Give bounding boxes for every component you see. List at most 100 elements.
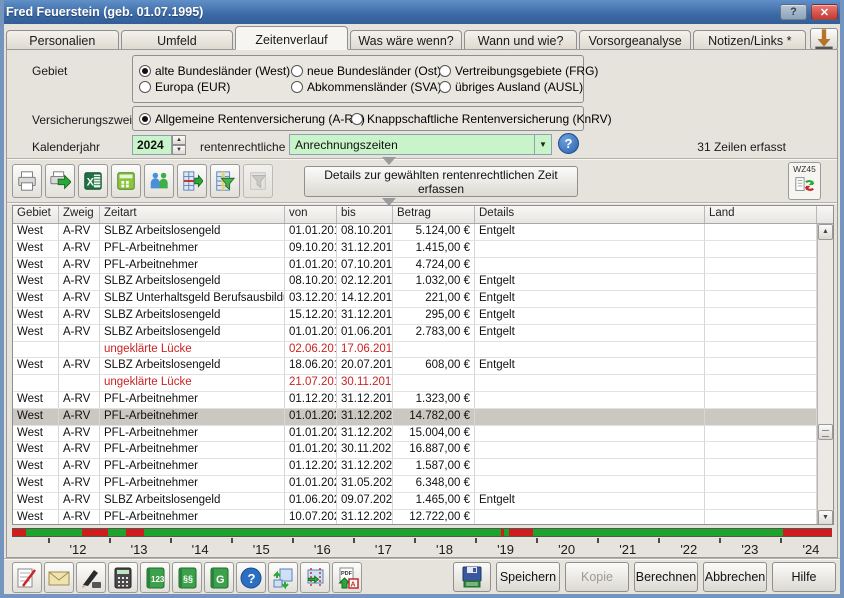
column-header-bis[interactable]: bis [337, 206, 393, 223]
form-edit-button[interactable] [12, 562, 42, 593]
rentenrechtliche-zeit-dropdown[interactable]: Anrechnungszeiten ▼ [289, 134, 552, 155]
berechnen-button[interactable]: Berechnen [634, 562, 698, 592]
persons-button[interactable] [144, 164, 174, 198]
svg-text:X: X [87, 177, 95, 189]
filter-clear-button[interactable] [243, 164, 273, 198]
signature-icon [79, 566, 103, 590]
spinner-down-button[interactable]: ▼ [172, 145, 186, 155]
timeline-year-label: '22 [664, 542, 714, 557]
signature-button[interactable] [76, 562, 106, 593]
gebiet-option-neue-bundesl-nder-ost[interactable]: neue Bundesländer (Ost) [291, 64, 439, 78]
table-row[interactable]: WestA-RVSLBZ Unterhaltsgeld Berufsausbil… [13, 291, 833, 308]
print-export-button[interactable] [45, 164, 75, 198]
tab-vorsorgeanalyse[interactable]: Vorsorgeanalyse [579, 30, 692, 50]
tab-notizen-links[interactable]: Notizen/Links * [693, 30, 806, 50]
dock-window-button[interactable] [810, 28, 838, 50]
svg-text:123: 123 [151, 575, 165, 584]
zweig-option-knappschaftliche-rentenversicherung-knrv[interactable]: Knappschaftliche Rentenversicherung (KnR… [351, 112, 612, 126]
titlebar[interactable]: Fred Feuerstein (geb. 01.07.1995) ? ✕ [0, 0, 844, 24]
tab-was-w-re-wenn[interactable]: Was wäre wenn? [350, 30, 463, 50]
column-header-zeitart[interactable]: Zeitart [100, 206, 285, 223]
persons-icon [148, 170, 170, 192]
table-calc-icon [115, 170, 137, 192]
table-row[interactable]: WestA-RVPFL-Arbeitnehmer01.01.202131.12.… [13, 426, 833, 443]
save-floppy-button[interactable] [453, 562, 491, 592]
zeit-help-button[interactable]: ? [558, 133, 579, 154]
table-shift-button[interactable] [177, 164, 207, 198]
book-law-icon: §§ [175, 566, 199, 590]
radio-icon [139, 65, 151, 77]
details-erfassen-button[interactable]: Details zur gewählten rentenrechtlichen … [304, 166, 578, 197]
table-row[interactable]: WestA-RVPFL-Arbeitnehmer01.01.202331.05.… [13, 476, 833, 493]
tab-personalien[interactable]: Personalien [6, 30, 119, 50]
table-filter-button[interactable] [210, 164, 240, 198]
column-header-zweig[interactable]: Zweig [59, 206, 100, 223]
calculator-button[interactable] [108, 562, 138, 593]
toolbar: X [12, 164, 273, 198]
timeline-tick [414, 538, 416, 543]
envelope-button[interactable] [44, 562, 74, 593]
kalenderjahr-input[interactable]: 2024 [132, 135, 172, 155]
table-row[interactable]: WestA-RVSLBZ Arbeitslosengeld01.06.20230… [13, 493, 833, 510]
column-header-details[interactable]: Details [475, 206, 705, 223]
table-row[interactable]: WestA-RVSLBZ Arbeitslosengeld01.01.20190… [13, 325, 833, 342]
table-row[interactable]: WestA-RVSLBZ Arbeitslosengeld01.01.20170… [13, 224, 833, 241]
table-header: GebietZweigZeitartvonbisBetragDetailsLan… [13, 206, 833, 224]
excel-export-button[interactable]: X [78, 164, 108, 198]
timeline-tick [48, 538, 50, 543]
versicherungszweig-radio-group: Allgemeine Rentenversicherung (A-RV)Knap… [132, 106, 584, 131]
gebiet-option-alte-bundesl-nder-west[interactable]: alte Bundesländer (West) [139, 64, 291, 78]
table-row[interactable]: WestA-RVPFL-Arbeitnehmer09.10.201731.12.… [13, 241, 833, 258]
scroll-up-button[interactable]: ▲ [818, 224, 833, 240]
book-glossary-button[interactable]: G [204, 562, 234, 593]
table-row-gap[interactable]: ungeklärte Lücke21.07.201930.11.2019 [13, 375, 833, 392]
kopie-button[interactable]: Kopie [565, 562, 629, 592]
window-sync-button[interactable] [268, 562, 298, 593]
book-law-button[interactable]: §§ [172, 562, 202, 593]
column-header-gebiet[interactable]: Gebiet [13, 206, 59, 223]
window-compare-button[interactable] [300, 562, 330, 593]
table-row[interactable]: WestA-RVPFL-Arbeitnehmer10.07.202331.12.… [13, 510, 833, 524]
column-header-betrag[interactable]: Betrag [393, 206, 475, 223]
titlebar-help-button[interactable]: ? [780, 4, 807, 20]
column-header-von[interactable]: von [285, 206, 337, 223]
spinner-up-button[interactable]: ▲ [172, 135, 186, 145]
table-row-gap[interactable]: ungeklärte Lücke02.06.201917.06.2019 [13, 342, 833, 359]
gebiet-option-europa-eur[interactable]: Europa (EUR) [139, 80, 291, 94]
zweig-option-allgemeine-rentenversicherung-a-rv[interactable]: Allgemeine Rentenversicherung (A-RV) [139, 112, 351, 126]
table-row[interactable]: WestA-RVPFL-Arbeitnehmer01.01.202230.11.… [13, 442, 833, 459]
table-scrollbar[interactable]: ▲ ▼ [817, 224, 833, 525]
timeline-bar [12, 528, 832, 537]
table-row[interactable]: WestA-RVPFL-Arbeitnehmer01.12.201931.12.… [13, 392, 833, 409]
book-123-button[interactable]: 123 [140, 562, 170, 593]
scroll-down-button[interactable]: ▼ [818, 510, 833, 525]
table-calc-button[interactable] [111, 164, 141, 198]
titlebar-buttons: ? ✕ [780, 4, 838, 20]
chevron-down-icon[interactable]: ▼ [534, 135, 551, 154]
table-row[interactable]: WestA-RVPFL-Arbeitnehmer01.12.202231.12.… [13, 459, 833, 476]
gebiet-option-abkommensl-nder-sva[interactable]: Abkommensländer (SVA) [291, 80, 439, 94]
table-row[interactable]: WestA-RVSLBZ Arbeitslosengeld15.12.20183… [13, 308, 833, 325]
speichern-button[interactable]: Speichern [496, 562, 560, 592]
tab-wann-und-wie[interactable]: Wann und wie? [464, 30, 577, 50]
tab-zeitenverlauf[interactable]: Zeitenverlauf [235, 26, 348, 50]
abbrechen-button[interactable]: Abbrechen [703, 562, 767, 592]
print-button[interactable] [12, 164, 42, 198]
tab-umfeld[interactable]: Umfeld [121, 30, 234, 50]
zeiten-table: GebietZweigZeitartvonbisBetragDetailsLan… [12, 205, 834, 525]
titlebar-close-button[interactable]: ✕ [811, 4, 838, 20]
help-button[interactable]: ? [236, 562, 266, 593]
table-row[interactable]: WestA-RVPFL-Arbeitnehmer01.01.202031.12.… [13, 409, 833, 426]
pdf-export-button[interactable]: PDF A [332, 562, 362, 593]
table-row[interactable]: WestA-RVPFL-Arbeitnehmer01.01.201807.10.… [13, 258, 833, 275]
column-header-land[interactable]: Land [705, 206, 817, 223]
wz45-button[interactable]: WZ45 [788, 162, 821, 200]
gebiet-option-vertreibungsgebiete-frg[interactable]: Vertreibungsgebiete (FRG) [439, 64, 598, 78]
table-row[interactable]: WestA-RVSLBZ Arbeitslosengeld08.10.20180… [13, 274, 833, 291]
book-glossary-icon: G [207, 566, 231, 590]
hilfe-button[interactable]: Hilfe [772, 562, 836, 592]
scrollbar-thumb[interactable] [818, 424, 833, 440]
table-row[interactable]: WestA-RVSLBZ Arbeitslosengeld18.06.20192… [13, 358, 833, 375]
gebiet-option-briges-ausland-ausl[interactable]: übriges Ausland (AUSL) [439, 80, 598, 94]
section-divider [7, 158, 837, 160]
